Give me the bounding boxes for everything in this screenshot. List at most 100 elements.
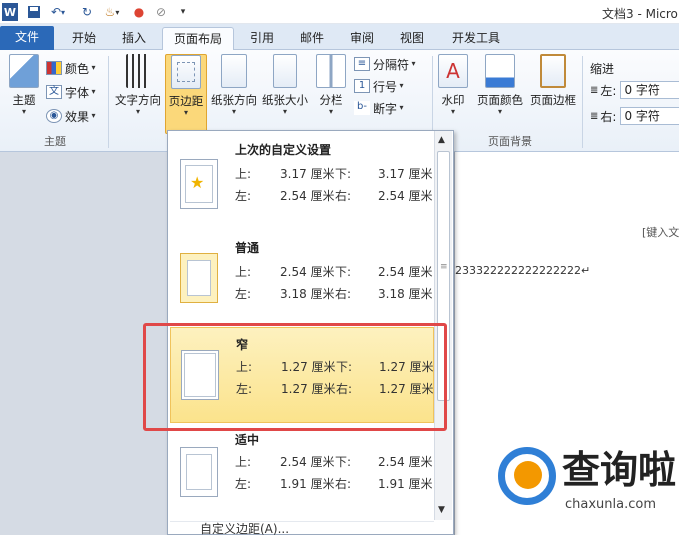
document-body-text[interactable]: 233322222222222222↵ — [455, 264, 590, 277]
left-value: 1.27 厘米 — [281, 382, 336, 396]
text-direction-label: 文字方向 — [115, 93, 161, 107]
paint-bucket-icon — [485, 54, 515, 88]
right-value: 2.54 厘米 — [378, 189, 433, 203]
breaks-icon: ≡ — [354, 57, 370, 71]
save-icon[interactable] — [26, 3, 42, 21]
margins-button[interactable]: 页边距 ▾ — [165, 54, 207, 134]
page-color-label: 页面颜色 — [477, 93, 523, 107]
tab-page-layout[interactable]: 页面布局 — [162, 27, 234, 51]
indent-left-input[interactable]: 0 字符 — [620, 81, 679, 99]
chevron-down-icon: ▾ — [282, 107, 287, 116]
menu-scrollbar[interactable]: ▲ ≡ ▼ — [434, 131, 452, 520]
margin-option-moderate[interactable]: 适中 上: 2.54 厘米 下: 2.54 厘米 左: 1.91 厘米 右: 1… — [170, 427, 434, 523]
watermark-button[interactable]: A 水印 ▾ — [436, 54, 470, 117]
tab-insert[interactable]: 插入 — [112, 27, 156, 50]
bottom-label: 下: — [336, 360, 353, 374]
narrow-thumbnail-icon — [181, 350, 219, 400]
redo-icon[interactable]: ↻ — [80, 3, 94, 21]
fonts-label: 字体 — [65, 85, 90, 100]
group-divider — [582, 56, 583, 148]
hyphenation-icon: b‐ — [354, 101, 370, 115]
tab-references[interactable]: 引用 — [240, 27, 284, 50]
customize-qat-icon[interactable]: ▾ — [177, 3, 189, 21]
margin-option-last-custom[interactable]: ★ 上次的自定义设置 上: 3.17 厘米 下: 3.17 厘米 左: 2.54… — [170, 133, 434, 229]
tab-mailings[interactable]: 邮件 — [290, 27, 334, 50]
effects-button[interactable]: ◉ 效果 ▾ — [46, 106, 96, 126]
watermark-logo-dot-icon — [514, 461, 542, 489]
tab-view[interactable]: 视图 — [390, 27, 434, 50]
indent-right-input[interactable]: 0 字符 — [620, 107, 679, 125]
margins-icon — [171, 55, 201, 89]
top-value: 2.54 厘米 — [280, 455, 335, 469]
page-borders-button[interactable]: 页面边框 — [528, 54, 578, 107]
indent-left-label: 左: — [600, 83, 617, 98]
right-label: 右: — [336, 382, 353, 396]
indent-right-label: 右: — [600, 109, 617, 124]
header-placeholder[interactable]: [键入文 — [642, 224, 679, 240]
scroll-thumb[interactable]: ≡ — [437, 151, 450, 401]
breaks-button[interactable]: ≡ 分隔符 ▾ — [354, 54, 416, 74]
font-icon: 文 — [46, 85, 62, 99]
last-custom-thumbnail-icon: ★ — [180, 159, 218, 209]
scroll-up-arrow-icon[interactable]: ▲ — [438, 135, 445, 145]
word-logo-icon[interactable]: W — [2, 3, 18, 21]
color-icon[interactable]: ● — [132, 3, 146, 21]
grip-icon: ≡ — [440, 262, 448, 272]
columns-label: 分栏 — [319, 93, 343, 107]
watermark-url: chaxunla.com — [565, 497, 656, 512]
bottom-label: 下: — [335, 167, 352, 181]
page-borders-label: 页面边框 — [530, 93, 576, 107]
format-painter-icon[interactable]: ♨ ▾ — [100, 3, 124, 21]
bottom-value: 1.27 厘米 — [379, 360, 434, 374]
effects-icon: ◉ — [46, 109, 62, 123]
scroll-down-arrow-icon[interactable]: ▼ — [438, 505, 445, 515]
undo-icon[interactable]: ↶ ▾ — [46, 3, 70, 21]
right-label: 右: — [335, 477, 352, 491]
watermark-label: 水印 — [441, 93, 465, 107]
top-label: 上: — [235, 455, 252, 469]
themes-button[interactable]: 主题 ▾ — [6, 54, 42, 117]
chevron-down-icon: ▾ — [328, 107, 333, 116]
themes-label: 主题 — [12, 93, 36, 107]
tab-file[interactable]: 文件 — [0, 26, 54, 50]
hyphenation-button[interactable]: b‐ 断字 ▾ — [354, 98, 404, 118]
normal-thumbnail-icon — [180, 253, 218, 303]
columns-button[interactable]: 分栏 ▾ — [314, 54, 348, 117]
page-color-button[interactable]: 页面颜色 ▾ — [474, 54, 526, 117]
bottom-value: 2.54 厘米 — [378, 455, 433, 469]
text-direction-button[interactable]: 文字方向 ▾ — [114, 54, 162, 117]
left-label: 左: — [236, 382, 253, 396]
orientation-button[interactable]: 纸张方向 ▾ — [210, 54, 258, 117]
option-title: 普通 — [235, 241, 260, 255]
tab-home[interactable]: 开始 — [62, 27, 106, 50]
line-numbers-button[interactable]: 1 行号 ▾ — [354, 76, 404, 96]
group-divider — [108, 56, 109, 148]
option-title: 上次的自定义设置 — [235, 143, 332, 157]
breaks-label: 分隔符 — [373, 57, 410, 72]
right-value: 1.27 厘米 — [379, 382, 434, 396]
page-size-label: 纸张大小 — [262, 93, 308, 107]
top-label: 上: — [235, 265, 252, 279]
tab-review[interactable]: 审阅 — [340, 27, 384, 50]
clear-format-icon[interactable]: ⊘ — [153, 3, 169, 21]
tab-developer[interactable]: 开发工具 — [442, 27, 510, 50]
indent-left-row: ≣ 左: 0 字符 — [590, 80, 679, 100]
indent-heading: 缩进 — [590, 62, 615, 76]
top-value: 3.17 厘米 — [280, 167, 335, 181]
window-title: 文档3 - Micro — [602, 7, 678, 21]
left-value: 3.18 厘米 — [280, 287, 335, 301]
margins-label: 页边距 — [168, 94, 204, 108]
option-title: 适中 — [235, 433, 260, 447]
fonts-button[interactable]: 文 字体 ▾ — [46, 82, 96, 102]
page-size-button[interactable]: 纸张大小 ▾ — [261, 54, 309, 117]
margin-option-normal[interactable]: 普通 上: 2.54 厘米 下: 2.54 厘米 左: 3.18 厘米 右: 3… — [170, 229, 434, 325]
right-label: 右: — [335, 287, 352, 301]
left-label: 左: — [235, 189, 252, 203]
bottom-value: 2.54 厘米 — [378, 265, 433, 279]
moderate-thumbnail-icon — [180, 447, 218, 497]
colors-label: 颜色 — [65, 61, 90, 76]
custom-margins-item[interactable]: 自定义边距(A)... — [170, 521, 434, 535]
colors-button[interactable]: 颜色 ▾ — [46, 58, 96, 78]
margin-option-narrow[interactable]: 窄 上: 1.27 厘米 下: 1.27 厘米 左: 1.27 厘米 右: 1.… — [170, 327, 434, 423]
orientation-icon — [221, 54, 247, 88]
